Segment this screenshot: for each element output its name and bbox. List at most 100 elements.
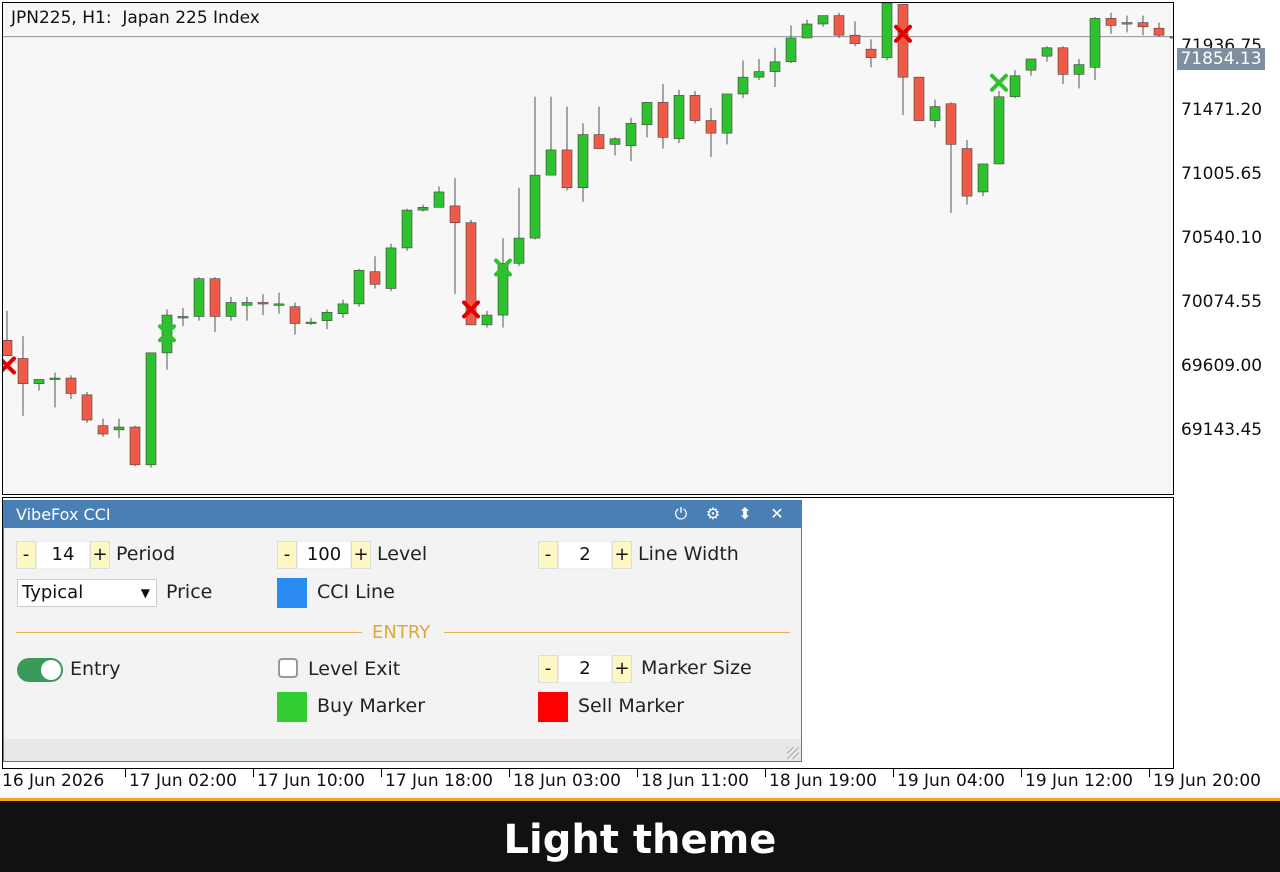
close-icon[interactable]: ✕ [767,504,787,523]
marker-size-increment-button[interactable]: + [612,655,632,683]
level-increment-button[interactable]: + [351,541,371,569]
bull-candle [1025,58,1037,71]
bull-candle [1009,75,1021,98]
bull-candle [721,93,733,134]
bull-candle [801,23,813,39]
bear-candle [1153,27,1165,36]
price-tick-label: 70074.55 [1181,292,1263,312]
time-tick-label: 17 Jun 10:00 [253,769,365,791]
bear-candle [17,358,29,384]
panel-header[interactable]: VibeFox CCI ⏻ ⚙ ⬍ ✕ [4,501,801,528]
bear-candle [961,148,973,197]
bull-candle [481,314,493,326]
bear-candle [913,76,925,121]
time-tick-label: 18 Jun 03:00 [509,769,621,791]
bull-candle [177,316,189,319]
bull-candle [145,352,157,466]
bear-candle [561,149,573,189]
bear-candle [289,306,301,324]
bear-candle [849,34,861,44]
line-width-input[interactable]: 2 [558,541,612,569]
bear-candle [129,426,141,466]
level-stepper: - 100 + [277,541,371,569]
price-tick-label: 71471.20 [1181,100,1263,120]
line-width-decrement-button[interactable]: - [538,541,558,569]
buy-marker-label: Buy Marker [317,695,426,717]
period-increment-button[interactable]: + [90,541,110,569]
marker-size-input[interactable]: 2 [558,655,612,683]
bear-candle [369,271,381,285]
bear-candle [1137,22,1149,28]
bull-candle [273,303,285,306]
price-tick-label: 71005.65 [1181,164,1263,184]
buy-marker-color-swatch[interactable] [277,692,307,722]
bull-candle [1121,22,1133,25]
bear-candle [945,103,957,145]
bull-candle [609,138,621,145]
bear-candle [209,278,221,317]
time-tick-label: 19 Jun 12:00 [1021,769,1133,791]
price-tick-label: 70540.10 [1181,228,1263,248]
price-tick-label: 69609.00 [1181,356,1263,376]
period-input[interactable]: 14 [36,541,90,569]
bear-candle [593,134,605,149]
time-tick-label: 18 Jun 19:00 [765,769,877,791]
bull-candle [513,237,525,264]
bull-candle [929,106,941,121]
bull-candle [817,15,829,25]
level-exit-checkbox[interactable] [278,658,298,678]
bear-candle [3,339,13,356]
entry-toggle[interactable] [17,658,63,682]
marker-size-stepper: - 2 + [538,655,632,683]
gear-icon[interactable]: ⚙ [703,504,723,523]
time-tick-label: 18 Jun 11:00 [637,769,749,791]
bull-candle [753,71,765,78]
price-tick-label: 69143.45 [1181,420,1263,440]
line-width-increment-button[interactable]: + [612,541,632,569]
time-tick-label: 17 Jun 18:00 [381,769,493,791]
cci-line-color-swatch[interactable] [277,578,307,608]
bull-candle [977,163,989,193]
time-tick-label: 16 Jun 2026 [2,771,105,791]
level-input[interactable]: 100 [297,541,351,569]
chart-title: JPN225, H1: Japan 225 Index [11,8,260,28]
line-width-label: Line Width [638,543,739,565]
resize-grip[interactable] [787,747,799,759]
level-decrement-button[interactable]: - [277,541,297,569]
line-width-stepper: - 2 + [538,541,632,569]
bull-candle [417,207,429,211]
period-decrement-button[interactable]: - [16,541,36,569]
bull-candle [785,37,797,63]
bull-candle [241,302,253,306]
bull-candle [401,209,413,249]
bear-candle [1057,47,1069,75]
bull-candle [641,102,653,126]
bear-candle [897,4,909,78]
move-icon[interactable]: ⬍ [735,504,755,523]
period-stepper: - 14 + [16,541,110,569]
bear-candle [705,120,717,134]
bull-candle [625,123,637,147]
power-icon[interactable]: ⏻ [671,504,691,524]
period-label: Period [116,543,176,565]
candlestick-chart [3,3,1173,468]
sell-marker-color-swatch[interactable] [538,692,568,722]
vibefox-cci-panel[interactable]: VibeFox CCI ⏻ ⚙ ⬍ ✕ - 14 + Period - 100 … [3,500,802,762]
bull-candle [433,191,445,208]
price-chart[interactable]: JPN225, H1: Japan 225 Index [2,2,1174,495]
section-divider [16,632,362,633]
bull-candle [577,134,589,189]
bull-candle [113,426,125,431]
chevron-down-icon: ▼ [140,586,150,600]
bull-candle [353,269,365,305]
time-tick-label: 17 Jun 02:00 [125,769,237,791]
bull-candle [225,302,237,317]
bull-candle [737,76,749,95]
bear-candle [1105,18,1117,26]
price-select[interactable]: Typical ▼ [17,579,157,607]
marker-size-decrement-button[interactable]: - [538,655,558,683]
bear-candle [689,95,701,121]
bull-candle [1169,36,1173,39]
buy-marker [990,73,1008,92]
bull-candle [545,149,557,176]
